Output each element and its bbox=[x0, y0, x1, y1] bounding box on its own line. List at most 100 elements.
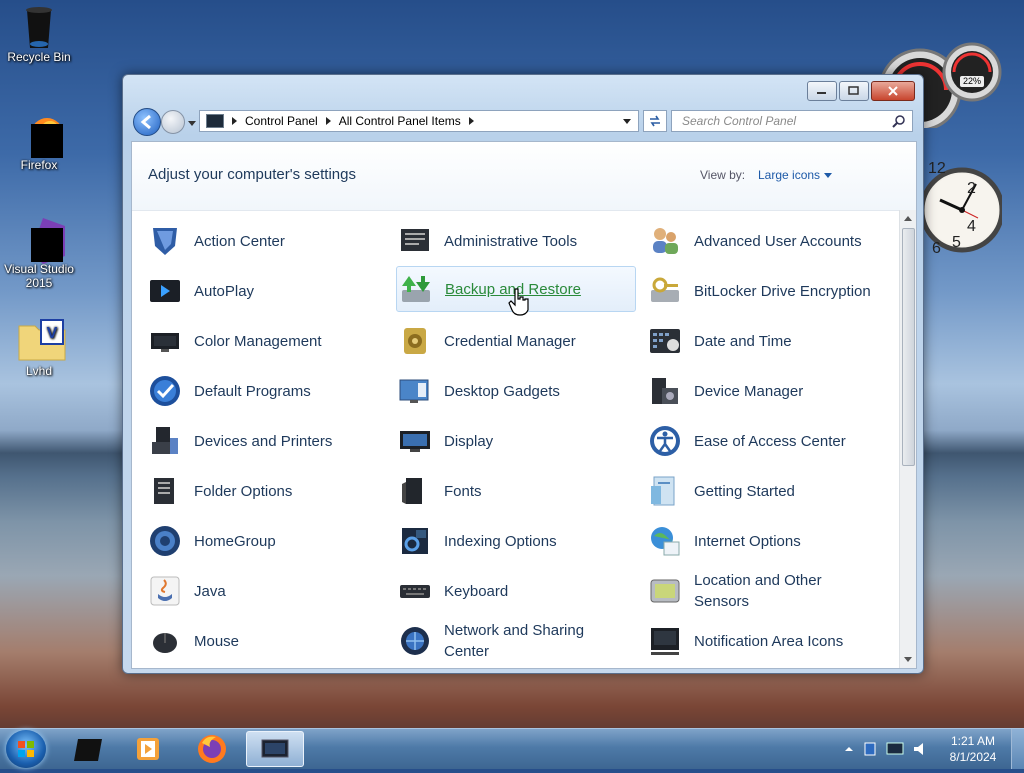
breadcrumb-control-panel[interactable]: Control Panel bbox=[245, 114, 318, 128]
item-autoplay[interactable]: AutoPlay bbox=[148, 268, 254, 314]
item-getting-started[interactable]: Getting Started bbox=[648, 468, 795, 514]
item-mouse[interactable]: Mouse bbox=[148, 618, 239, 664]
taskbar-clock[interactable]: 1:21 AM 8/1/2024 bbox=[940, 733, 1006, 765]
item-advanced-user-accounts[interactable]: Advanced User Accounts bbox=[648, 218, 862, 264]
item-administrative-tools[interactable]: Administrative Tools bbox=[398, 218, 577, 264]
svg-text:V: V bbox=[47, 325, 58, 342]
backup-icon bbox=[402, 276, 430, 302]
item-network-sharing[interactable]: Network and Sharing Center bbox=[398, 608, 604, 668]
breadcrumb-separator-icon bbox=[232, 117, 237, 125]
folder-icon: V bbox=[17, 318, 66, 362]
maximize-button[interactable] bbox=[839, 81, 869, 101]
item-label: Getting Started bbox=[694, 482, 795, 500]
item-ease-of-access[interactable]: Ease of Access Center bbox=[648, 418, 846, 464]
item-label: Default Programs bbox=[194, 382, 311, 400]
item-label: Fonts bbox=[444, 482, 482, 500]
item-label: Date and Time bbox=[694, 332, 792, 350]
item-devices-and-printers[interactable]: Devices and Printers bbox=[148, 418, 332, 464]
breadcrumb-all-items[interactable]: All Control Panel Items bbox=[339, 114, 461, 128]
desktop-icon-visual-studio[interactable]: Visual Studio 2015 bbox=[1, 216, 77, 290]
desktop-icon-recycle-bin[interactable]: Recycle Bin bbox=[1, 4, 77, 64]
item-display[interactable]: Display bbox=[398, 418, 493, 464]
clock-time: 1:21 AM bbox=[950, 734, 996, 748]
control-panel-monitor-icon bbox=[206, 114, 224, 128]
item-label: Mouse bbox=[194, 632, 240, 650]
chevron-down-icon[interactable] bbox=[824, 173, 832, 178]
desktop-icon-label: Firefox bbox=[20, 158, 58, 172]
taskbar-explorer[interactable] bbox=[62, 731, 114, 767]
search-input[interactable] bbox=[680, 113, 884, 129]
start-button[interactable] bbox=[6, 730, 46, 768]
item-action-center[interactable]: Action Center bbox=[148, 218, 285, 264]
item-device-manager[interactable]: Device Manager bbox=[648, 368, 803, 414]
taskbar-firefox[interactable] bbox=[186, 731, 238, 767]
volume-icon[interactable] bbox=[912, 741, 930, 757]
back-button[interactable] bbox=[133, 108, 161, 136]
desktop-icon-firefox[interactable]: Firefox bbox=[1, 112, 77, 172]
firefox-icon bbox=[198, 735, 226, 763]
control-panel-icon bbox=[261, 739, 289, 758]
item-indexing-options[interactable]: Indexing Options bbox=[398, 518, 557, 564]
action-center-flag-icon[interactable] bbox=[862, 741, 878, 757]
item-date-and-time[interactable]: Date and Time bbox=[648, 318, 792, 364]
desktop-icon-label: Lvhd bbox=[25, 364, 53, 378]
close-button[interactable] bbox=[871, 81, 915, 101]
notification-icon bbox=[651, 628, 679, 655]
item-label: Network and Sharing Center bbox=[444, 622, 585, 660]
item-fonts[interactable]: Fonts bbox=[398, 468, 482, 514]
item-label: BitLocker Drive Encryption bbox=[694, 282, 871, 300]
item-credential-manager[interactable]: Credential Manager bbox=[398, 318, 576, 364]
scroll-down-icon[interactable] bbox=[903, 656, 913, 664]
homegroup-icon bbox=[150, 526, 180, 556]
minimize-button[interactable] bbox=[807, 81, 837, 101]
ease-of-access-icon bbox=[650, 426, 680, 456]
item-homegroup[interactable]: HomeGroup bbox=[148, 518, 276, 564]
getting-started-icon bbox=[651, 476, 675, 506]
indexing-icon bbox=[402, 528, 428, 554]
taskbar-media-player[interactable] bbox=[122, 731, 174, 767]
item-label: Location and Other Sensors bbox=[694, 572, 822, 610]
view-by-dropdown[interactable]: Large icons bbox=[758, 168, 820, 182]
show-desktop-button[interactable] bbox=[1011, 729, 1024, 769]
address-dropdown-icon[interactable] bbox=[622, 114, 632, 128]
clock-number-12: 12 bbox=[928, 160, 946, 177]
item-location-sensors[interactable]: Location and Other Sensors bbox=[648, 558, 844, 624]
desktop-icon-lvhd[interactable]: V Lvhd bbox=[1, 318, 77, 378]
item-label: HomeGroup bbox=[194, 532, 276, 550]
item-notification-icons[interactable]: Notification Area Icons bbox=[648, 618, 843, 664]
scrollbar-thumb[interactable] bbox=[902, 228, 915, 466]
item-bitlocker[interactable]: BitLocker Drive Encryption bbox=[648, 268, 871, 314]
item-desktop-gadgets[interactable]: Desktop Gadgets bbox=[398, 368, 560, 414]
mouse-icon bbox=[153, 633, 177, 653]
refresh-button[interactable] bbox=[643, 110, 667, 132]
taskbar: 1:21 AM 8/1/2024 bbox=[0, 728, 1024, 769]
color-monitor-icon bbox=[151, 333, 179, 352]
search-box[interactable] bbox=[671, 110, 913, 132]
scroll-up-icon[interactable] bbox=[903, 214, 913, 222]
address-bar[interactable]: Control Panel All Control Panel Items bbox=[199, 110, 639, 132]
window-controls bbox=[807, 81, 915, 101]
item-default-programs[interactable]: Default Programs bbox=[148, 368, 311, 414]
autoplay-icon bbox=[150, 280, 180, 302]
clock-number-2: 2 bbox=[967, 180, 976, 197]
visual-studio-icon bbox=[17, 216, 65, 264]
vertical-scrollbar[interactable] bbox=[899, 210, 916, 668]
recycle-bin-icon bbox=[17, 4, 61, 48]
forward-button[interactable] bbox=[161, 110, 185, 134]
item-folder-options[interactable]: Folder Options bbox=[148, 468, 292, 514]
display-icon bbox=[400, 431, 430, 452]
item-java[interactable]: Java bbox=[148, 568, 226, 614]
windows-logo-icon bbox=[18, 741, 34, 757]
item-label: AutoPlay bbox=[194, 282, 255, 300]
taskbar-control-panel[interactable] bbox=[246, 731, 304, 767]
device-manager-icon bbox=[652, 378, 678, 404]
view-by-label: View by: bbox=[700, 168, 746, 182]
clock-gadget[interactable]: 12 2 4 5 6 bbox=[918, 148, 1005, 272]
search-icon[interactable] bbox=[892, 114, 906, 131]
recent-pages-dropdown[interactable] bbox=[187, 115, 197, 126]
show-hidden-icons-icon[interactable] bbox=[844, 744, 854, 754]
item-color-management[interactable]: Color Management bbox=[148, 318, 322, 364]
sensor-icon bbox=[650, 579, 680, 603]
calendar-clock-icon bbox=[650, 329, 680, 353]
network-tray-icon[interactable] bbox=[886, 741, 904, 757]
